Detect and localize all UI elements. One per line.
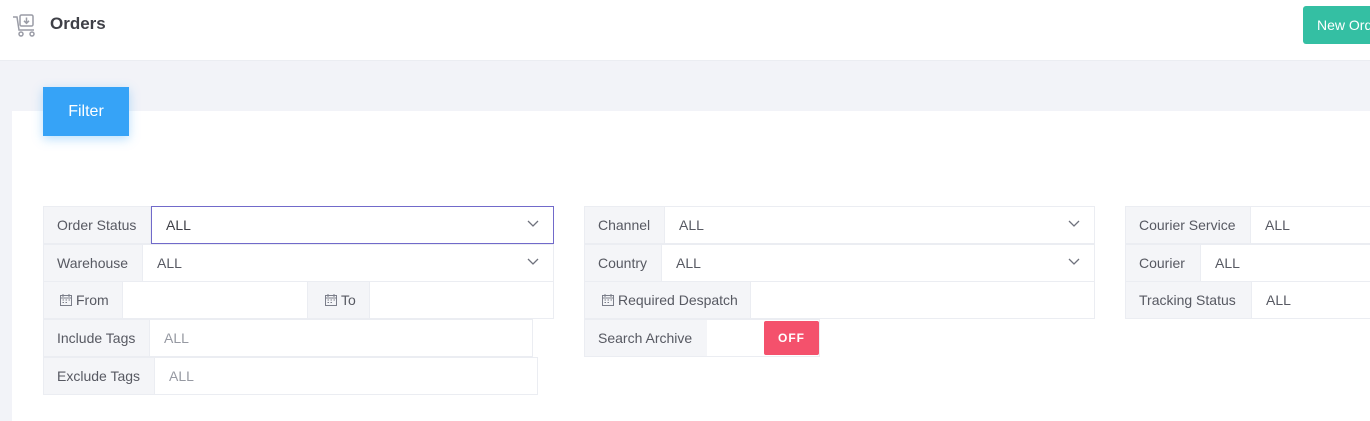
order-status-select[interactable]: ALL	[151, 206, 554, 244]
warehouse-label: Warehouse	[43, 244, 143, 282]
warehouse-select[interactable]: ALL	[143, 244, 554, 282]
cart-icon	[13, 14, 35, 37]
tracking-status-select[interactable]: ALL	[1252, 281, 1370, 319]
search-archive-toggle[interactable]: OFF	[707, 319, 820, 357]
country-label: Country	[584, 244, 662, 282]
country-field: Country ALL	[584, 244, 1095, 282]
required-despatch-label-text: Required Despatch	[618, 292, 738, 308]
courier-service-field: Courier Service ALL	[1125, 206, 1370, 244]
to-date-input[interactable]	[370, 281, 554, 319]
exclude-tags-input[interactable]: ALL	[155, 357, 538, 395]
required-despatch-field: Required Despatch	[584, 281, 1095, 319]
search-archive-field: Search Archive	[584, 319, 708, 357]
tracking-status-field: Tracking Status ALL	[1125, 281, 1370, 319]
tracking-status-label: Tracking Status	[1125, 281, 1252, 319]
from-label: From	[43, 281, 123, 319]
chevron-down-icon	[1068, 220, 1080, 227]
order-status-field: Order Status ALL	[43, 206, 554, 244]
channel-select[interactable]: ALL	[665, 206, 1095, 244]
search-archive-label: Search Archive	[584, 319, 708, 357]
order-status-value: ALL	[166, 217, 191, 233]
channel-value: ALL	[679, 217, 704, 233]
new-order-button[interactable]: New Order	[1303, 6, 1370, 44]
from-label-text: From	[76, 292, 109, 308]
chevron-down-icon	[527, 220, 539, 227]
courier-service-select[interactable]: ALL	[1251, 206, 1370, 244]
order-status-label: Order Status	[43, 206, 151, 244]
date-range-field: From To	[43, 281, 554, 319]
country-select[interactable]: ALL	[662, 244, 1095, 282]
include-tags-field: Include Tags ALL	[43, 319, 533, 357]
calendar-icon	[325, 294, 337, 306]
required-despatch-input[interactable]	[751, 281, 1095, 319]
include-tags-input[interactable]: ALL	[150, 319, 533, 357]
toggle-off-button[interactable]: OFF	[764, 321, 819, 355]
calendar-icon	[602, 294, 614, 306]
include-tags-label: Include Tags	[43, 319, 150, 357]
from-date-input[interactable]	[123, 281, 308, 319]
exclude-tags-label: Exclude Tags	[43, 357, 155, 395]
country-value: ALL	[676, 255, 701, 271]
chevron-down-icon	[527, 258, 539, 265]
exclude-tags-field: Exclude Tags ALL	[43, 357, 538, 395]
courier-select[interactable]: ALL	[1201, 244, 1370, 282]
warehouse-field: Warehouse ALL	[43, 244, 554, 282]
required-despatch-label: Required Despatch	[584, 281, 751, 319]
courier-label: Courier	[1125, 244, 1201, 282]
channel-label: Channel	[584, 206, 665, 244]
top-bar: Orders New Order	[0, 0, 1370, 61]
courier-field: Courier ALL	[1125, 244, 1370, 282]
to-label-text: To	[341, 292, 356, 308]
calendar-icon	[60, 294, 72, 306]
courier-service-label: Courier Service	[1125, 206, 1251, 244]
page-title: Orders	[50, 14, 106, 33]
chevron-down-icon	[1068, 258, 1080, 265]
to-label: To	[308, 281, 370, 319]
warehouse-value: ALL	[157, 255, 182, 271]
filter-tab[interactable]: Filter	[43, 87, 129, 136]
channel-field: Channel ALL	[584, 206, 1095, 244]
